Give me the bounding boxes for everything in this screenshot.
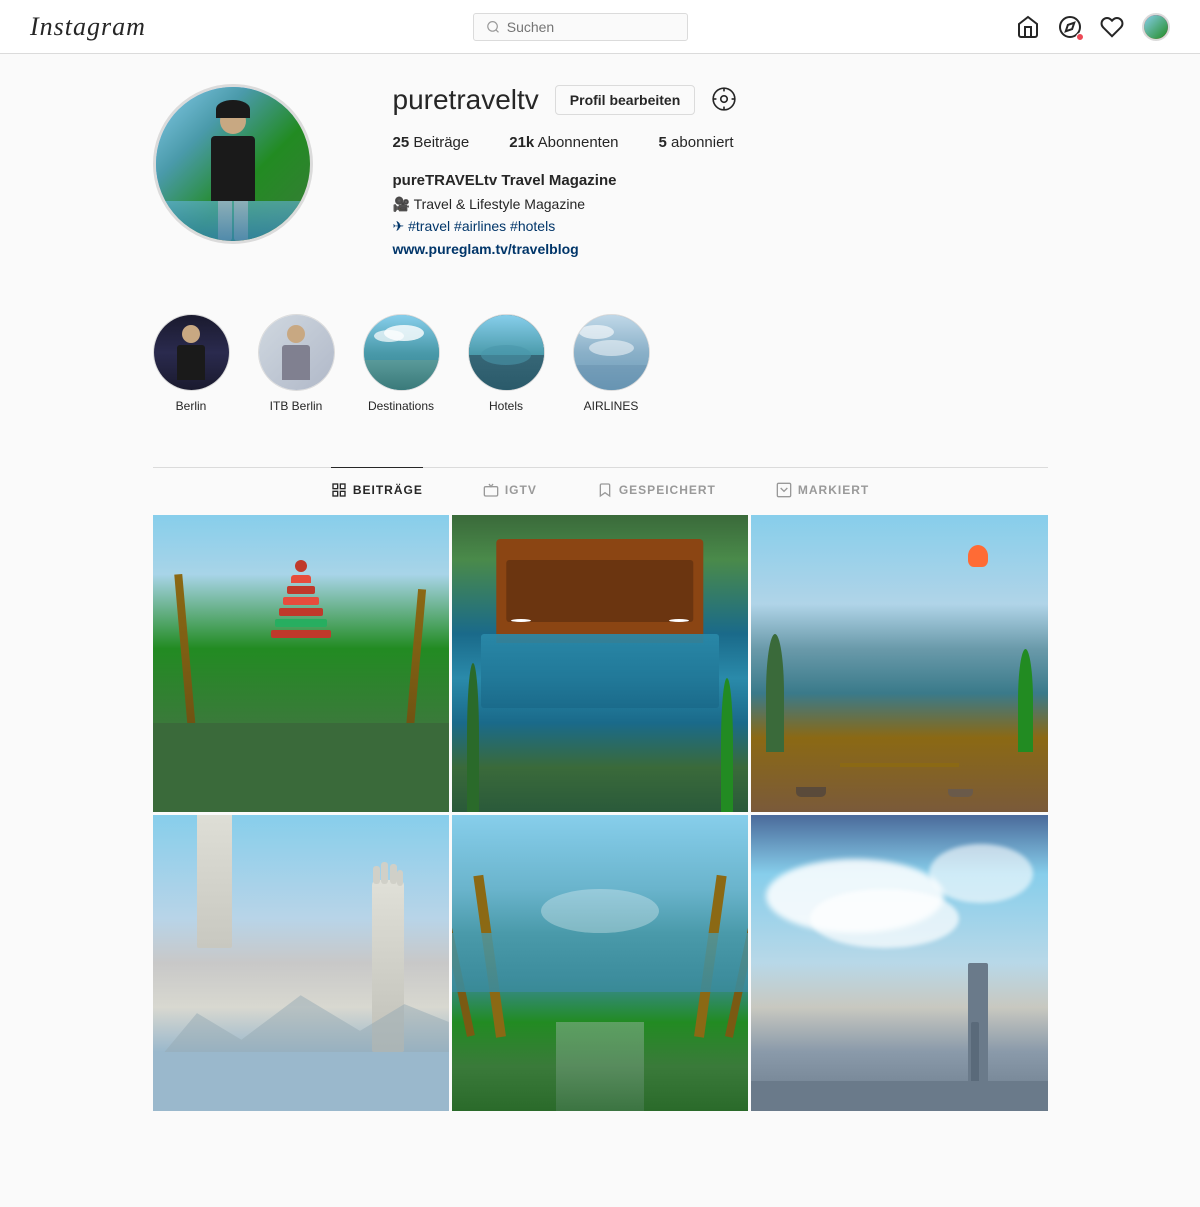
highlight-circle-dest: [363, 314, 440, 391]
stat-following[interactable]: 5 abonniert: [659, 134, 734, 151]
highlight-itb[interactable]: ITB Berlin: [258, 314, 335, 413]
tab-saved[interactable]: GESPEICHERT: [597, 467, 716, 512]
navbar: Instagram: [0, 0, 1200, 54]
home-icon[interactable]: [1016, 15, 1040, 39]
highlight-airlines[interactable]: AIRLINES: [573, 314, 650, 413]
story-highlights: Berlin ITB Berlin: [153, 304, 1048, 423]
edit-profile-button[interactable]: Profil bearbeiten: [555, 85, 695, 115]
profile-username-row: puretraveltv Profil bearbeiten: [393, 84, 1048, 116]
highlight-destinations[interactable]: Destinations: [363, 314, 440, 413]
bio-link[interactable]: www.pureglam.tv/travelblog: [393, 241, 579, 257]
highlight-circle-airlines: [573, 314, 650, 391]
bio-tags[interactable]: ✈ #travel #airlines #hotels: [393, 215, 1048, 237]
highlight-label-itb: ITB Berlin: [270, 399, 323, 413]
highlight-hotels[interactable]: Hotels: [468, 314, 545, 413]
instagram-logo: Instagram: [30, 11, 146, 43]
tab-tagged[interactable]: MARKIERT: [776, 467, 869, 512]
stat-posts: 25 Beiträge: [393, 134, 470, 151]
heart-icon[interactable]: [1100, 15, 1124, 39]
profile-avatar-nav[interactable]: [1142, 13, 1170, 41]
tv-icon: [483, 482, 499, 498]
tag-icon: [776, 482, 792, 498]
search-input[interactable]: [507, 19, 676, 35]
post-cell-3[interactable]: [751, 515, 1047, 811]
bio-line1: 🎥 Travel & Lifestyle Magazine: [393, 193, 1048, 215]
post-cell-6[interactable]: [751, 815, 1047, 1111]
profile-header: puretraveltv Profil bearbeiten 25 Beiträ: [153, 84, 1048, 260]
bookmark-icon: [597, 482, 613, 498]
post-cell-2[interactable]: [452, 515, 748, 811]
profile-stats: 25 Beiträge 21k Abonnenten 5 abonniert: [393, 134, 1048, 151]
search-icon: [486, 19, 500, 35]
tabs-bar: BEITRÄGE IGTV GESPEICHERT MARKIERT: [153, 467, 1048, 512]
grid-icon: [331, 482, 347, 498]
tab-posts[interactable]: BEITRÄGE: [331, 467, 423, 512]
highlight-berlin[interactable]: Berlin: [153, 314, 230, 413]
main-content: puretraveltv Profil bearbeiten 25 Beiträ: [133, 54, 1068, 1141]
profile-avatar: [153, 84, 313, 244]
posts-grid: [153, 515, 1048, 1111]
highlight-circle-itb: [258, 314, 335, 391]
profile-bio: pureTRAVELtv Travel Magazine 🎥 Travel & …: [393, 169, 1048, 260]
profile-username: puretraveltv: [393, 84, 539, 116]
bio-name: pureTRAVELtv Travel Magazine: [393, 169, 1048, 193]
highlight-label-berlin: Berlin: [176, 399, 207, 413]
post-cell-4[interactable]: [153, 815, 449, 1111]
profile-avatar-wrap: [153, 84, 313, 244]
nav-icons: [1016, 13, 1170, 41]
highlight-label-airlines: AIRLINES: [584, 399, 639, 413]
compass-icon[interactable]: [1058, 15, 1082, 39]
profile-info: puretraveltv Profil bearbeiten 25 Beiträ: [393, 84, 1048, 260]
post-cell-1[interactable]: [153, 515, 449, 811]
settings-icon[interactable]: [711, 86, 737, 115]
highlight-circle-berlin: [153, 314, 230, 391]
search-bar[interactable]: [473, 13, 688, 41]
notification-dot: [1076, 33, 1084, 41]
post-cell-5[interactable]: [452, 815, 748, 1111]
tab-igtv[interactable]: IGTV: [483, 467, 537, 512]
highlight-label-hotels: Hotels: [489, 399, 523, 413]
highlight-label-dest: Destinations: [368, 399, 434, 413]
stat-followers[interactable]: 21k Abonnenten: [509, 134, 618, 151]
highlight-circle-hotels: [468, 314, 545, 391]
